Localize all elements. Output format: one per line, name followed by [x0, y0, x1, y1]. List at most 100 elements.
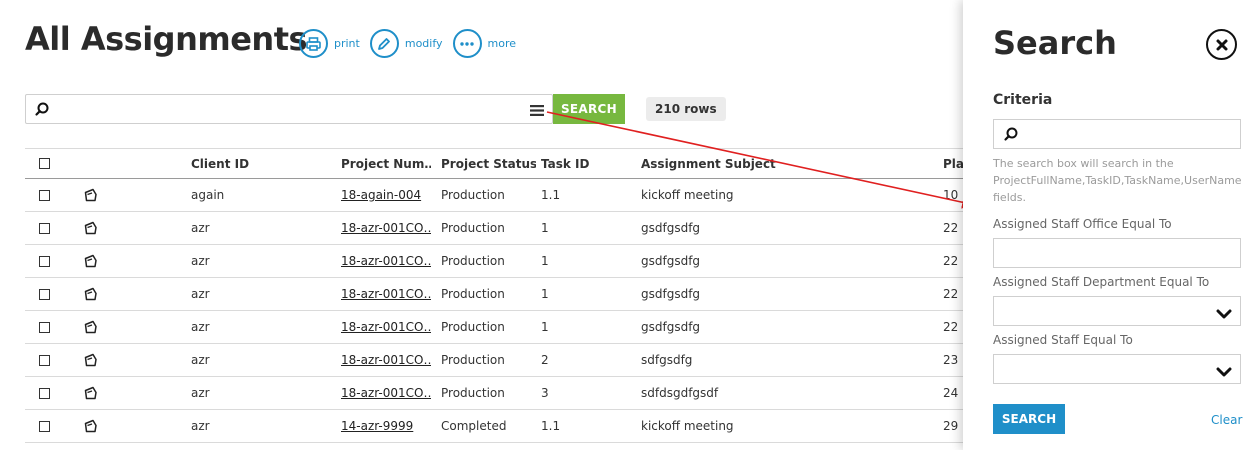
- table-row[interactable]: azr 18-azr-001CO… Production 1 gsdfgsdfg 22: [25, 245, 1025, 278]
- checkbox-box[interactable]: [39, 420, 50, 432]
- row-checkbox[interactable]: [39, 344, 51, 376]
- row-checkbox[interactable]: [39, 410, 51, 442]
- staff-filter-select[interactable]: [993, 354, 1241, 384]
- assignments-table: Client ID Project Num… Project Status Ta…: [25, 148, 1025, 443]
- row-checkbox[interactable]: [39, 245, 51, 277]
- row-checkbox[interactable]: [39, 179, 51, 211]
- search-input[interactable]: [25, 94, 553, 124]
- row-checkbox[interactable]: [39, 311, 51, 343]
- project-link[interactable]: 18-azr-001CO…: [341, 221, 431, 235]
- panel-search-input[interactable]: [993, 119, 1241, 149]
- row-checkbox[interactable]: [39, 212, 51, 244]
- checkbox-box[interactable]: [39, 321, 50, 333]
- more-action[interactable]: more: [452, 29, 517, 58]
- cell-project-number[interactable]: 14-azr-9999: [341, 410, 431, 442]
- more-label[interactable]: more: [488, 37, 517, 50]
- checkbox-box[interactable]: [39, 387, 50, 399]
- task-card-icon[interactable]: [83, 377, 103, 409]
- chevron-down-icon: [1216, 305, 1232, 324]
- cell-task-id: 1.1: [541, 188, 561, 202]
- checkbox-box[interactable]: [39, 288, 50, 300]
- criteria-heading: Criteria: [993, 92, 1053, 108]
- office-filter-label: Assigned Staff Office Equal To: [993, 217, 1172, 231]
- cell-project-status: Production: [441, 221, 505, 235]
- col-project-number[interactable]: Project Num…: [341, 149, 431, 178]
- task-card-icon[interactable]: [83, 410, 103, 442]
- more-dots-icon[interactable]: [452, 29, 482, 58]
- staff-filter-label: Assigned Staff Equal To: [993, 333, 1133, 347]
- table-row[interactable]: azr 18-azr-001CO… Production 3 sdfdsgdfgsdf 2…: [25, 377, 1025, 410]
- col-project-status[interactable]: Project Status: [441, 149, 536, 178]
- search-button[interactable]: SEARCH: [553, 94, 625, 124]
- pencil-icon[interactable]: [369, 29, 399, 58]
- table-body: again 18-again-004 Production 1.1 kickoff me…: [25, 179, 1025, 443]
- cell-task-id: 2: [541, 353, 549, 367]
- table-row[interactable]: again 18-again-004 Production 1.1 kickoff me…: [25, 179, 1025, 212]
- office-filter-input[interactable]: [993, 238, 1241, 268]
- project-link[interactable]: 18-azr-001CO…: [341, 320, 431, 334]
- cell-assignment-subject: sdfgsdfg: [641, 353, 693, 367]
- print-action[interactable]: print: [299, 29, 360, 58]
- checkbox-box[interactable]: [39, 158, 50, 169]
- cell-client-id: azr: [191, 419, 210, 433]
- cell-project-number[interactable]: 18-azr-001CO…: [341, 212, 431, 244]
- search-icon: [34, 101, 50, 121]
- checkbox-box[interactable]: [39, 189, 50, 201]
- cell-project-number[interactable]: 18-again-004: [341, 179, 431, 211]
- table-row[interactable]: azr 14-azr-9999 Completed 1.1 kickoff meetin…: [25, 410, 1025, 443]
- cell-assignment-subject: gsdfgsdfg: [641, 287, 701, 301]
- checkbox-box[interactable]: [39, 255, 50, 267]
- project-link[interactable]: 18-azr-001CO…: [341, 353, 431, 367]
- cell-project-number[interactable]: 18-azr-001CO…: [341, 344, 431, 376]
- department-filter-select[interactable]: [993, 296, 1241, 326]
- task-card-icon[interactable]: [83, 212, 103, 244]
- col-task-id[interactable]: Task ID: [541, 149, 631, 178]
- table-row[interactable]: azr 18-azr-001CO… Production 1 gsdfgsdfg 22: [25, 278, 1025, 311]
- search-help-text: The search box will search in the Projec…: [993, 157, 1242, 204]
- task-card-icon[interactable]: [83, 179, 103, 211]
- project-link[interactable]: 18-azr-001CO…: [341, 386, 431, 400]
- row-checkbox[interactable]: [39, 278, 51, 310]
- project-link[interactable]: 18-azr-001CO…: [341, 287, 431, 301]
- cell-task-id: 3: [541, 386, 549, 400]
- modify-action[interactable]: modify: [369, 29, 443, 58]
- filter-menu-icon[interactable]: [530, 102, 544, 121]
- action-bar: print modify more: [299, 29, 526, 58]
- print-label[interactable]: print: [334, 37, 360, 50]
- cell-project-number[interactable]: 18-azr-001CO…: [341, 311, 431, 343]
- cell-project-number[interactable]: 18-azr-001CO…: [341, 377, 431, 409]
- cell-task-id: 1: [541, 320, 549, 334]
- modify-label[interactable]: modify: [405, 37, 443, 50]
- task-card-icon[interactable]: [83, 245, 103, 277]
- task-card-icon[interactable]: [83, 311, 103, 343]
- task-card-icon[interactable]: [83, 278, 103, 310]
- select-all-checkbox[interactable]: [39, 149, 51, 178]
- project-link[interactable]: 14-azr-9999: [341, 419, 413, 433]
- project-link[interactable]: 18-azr-001CO…: [341, 254, 431, 268]
- cell-task-id: 1: [541, 287, 549, 301]
- cell-task-id: 1: [541, 221, 549, 235]
- clear-link[interactable]: Clear: [1211, 413, 1242, 427]
- cell-client-id: azr: [191, 221, 210, 235]
- checkbox-box[interactable]: [39, 354, 50, 366]
- close-icon[interactable]: [1206, 29, 1237, 60]
- task-card-icon[interactable]: [83, 344, 103, 376]
- col-client-id[interactable]: Client ID: [191, 149, 331, 178]
- cell-project-number[interactable]: 18-azr-001CO…: [341, 245, 431, 277]
- cell-project-status: Completed: [441, 419, 507, 433]
- cell-project-number[interactable]: 18-azr-001CO…: [341, 278, 431, 310]
- table-row[interactable]: azr 18-azr-001CO… Production 1 gsdfgsdfg 22: [25, 212, 1025, 245]
- department-filter-label: Assigned Staff Department Equal To: [993, 275, 1210, 289]
- panel-search-button[interactable]: SEARCH: [993, 404, 1065, 434]
- table-row[interactable]: azr 18-azr-001CO… Production 1 gsdfgsdfg 22: [25, 311, 1025, 344]
- col-assignment-subject[interactable]: Assignment Subject: [641, 149, 931, 178]
- cell-assignment-subject: gsdfgsdfg: [641, 221, 701, 235]
- row-checkbox[interactable]: [39, 377, 51, 409]
- table-row[interactable]: azr 18-azr-001CO… Production 2 sdfgsdfg 23: [25, 344, 1025, 377]
- project-link[interactable]: 18-again-004: [341, 188, 421, 202]
- cell-client-id: azr: [191, 386, 210, 400]
- checkbox-box[interactable]: [39, 222, 50, 234]
- cell-project-status: Production: [441, 353, 505, 367]
- cell-client-id: azr: [191, 287, 210, 301]
- printer-icon[interactable]: [299, 29, 328, 58]
